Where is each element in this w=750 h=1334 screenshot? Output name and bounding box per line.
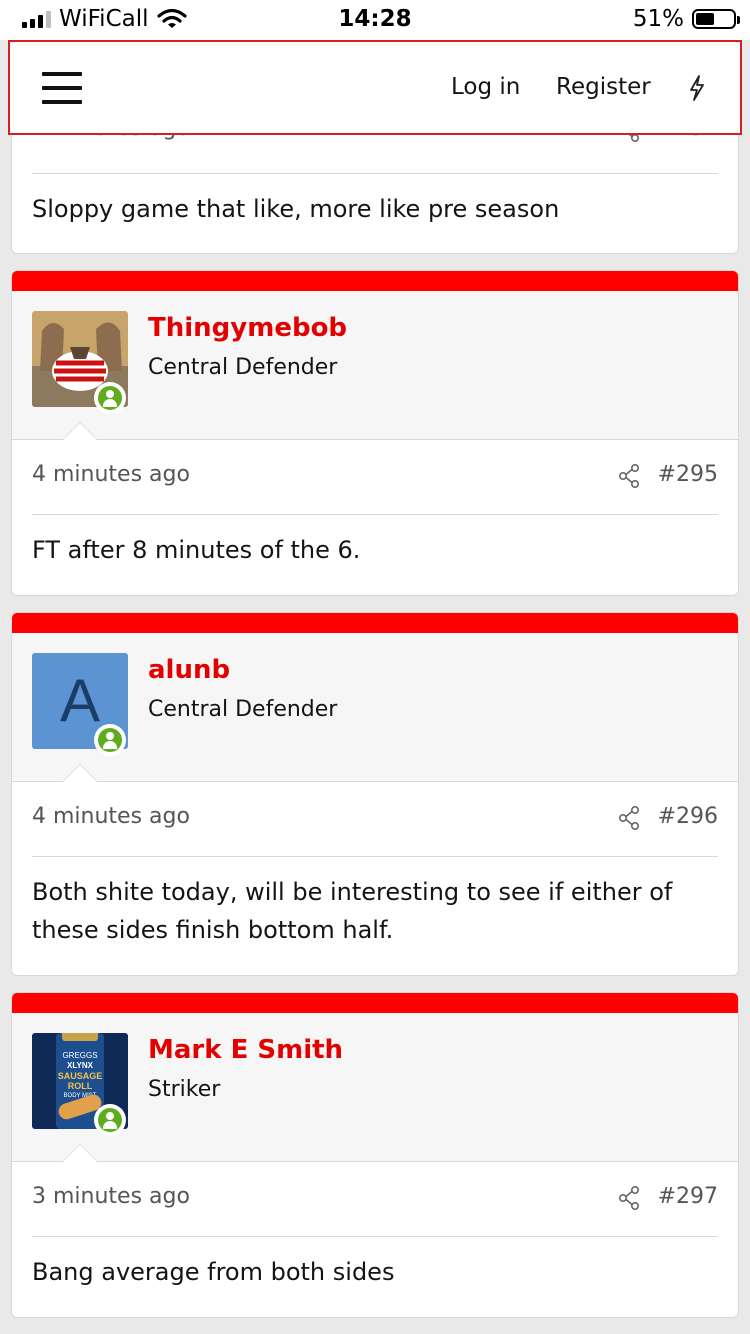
username-link[interactable]: Thingymebob <box>148 313 347 343</box>
post-card: GREGGS XLYNX SAUSAGE ROLL BODY MIST Mark… <box>11 992 739 1318</box>
post-meta: 4 minutes ago #296 <box>32 782 718 857</box>
post-message: Bang average from both sides <box>32 1258 395 1286</box>
post-accent-bar <box>12 271 738 291</box>
avatar-text: SAUSAGE <box>57 1071 103 1081</box>
register-link[interactable]: Register <box>556 74 651 100</box>
avatar-text: GREGGS <box>62 1051 98 1060</box>
battery-icon <box>692 9 740 29</box>
login-link[interactable]: Log in <box>451 74 520 100</box>
share-icon[interactable] <box>618 1186 640 1210</box>
message-arrow <box>62 1144 98 1162</box>
post-message: FT after 8 minutes of the 6. <box>32 536 361 564</box>
site-header: Log in Register <box>8 40 742 135</box>
post-number[interactable]: #296 <box>658 804 718 829</box>
message-arrow <box>62 422 98 440</box>
online-status-icon <box>94 724 126 756</box>
post-time[interactable]: 4 minutes ago <box>32 462 190 487</box>
menu-icon[interactable] <box>42 72 82 104</box>
post-user-area: A alunb Central Defender <box>12 633 738 782</box>
user-title: Central Defender <box>148 355 338 380</box>
username-link[interactable]: alunb <box>148 655 230 685</box>
user-title: Central Defender <box>148 697 338 722</box>
avatar-text: XLYNX <box>67 1061 93 1070</box>
message-arrow <box>62 764 98 782</box>
battery-percent: 51% <box>632 6 684 32</box>
post-meta: 3 minutes ago #297 <box>32 1162 718 1237</box>
post-message: Both shite today, will be interesting to… <box>32 878 673 944</box>
post-user-area: GREGGS XLYNX SAUSAGE ROLL BODY MIST Mark… <box>12 1013 738 1162</box>
user-title: Striker <box>148 1077 221 1102</box>
post-number[interactable]: #295 <box>658 462 718 487</box>
status-bar: WiFiCall 14:28 51% <box>0 0 750 40</box>
post-card: Thingymebob Central Defender 4 minutes a… <box>11 270 739 596</box>
online-status-icon <box>94 1104 126 1136</box>
post-meta: 4 minutes ago #295 <box>32 440 718 515</box>
online-status-icon <box>94 382 126 414</box>
username-link[interactable]: Mark E Smith <box>148 1035 343 1065</box>
post-accent-bar <box>12 613 738 633</box>
lightning-bolt-icon[interactable] <box>686 74 708 102</box>
post-accent-bar <box>12 993 738 1013</box>
post-time[interactable]: 4 minutes ago <box>32 804 190 829</box>
share-icon[interactable] <box>618 806 640 830</box>
post-user-area: Thingymebob Central Defender <box>12 291 738 440</box>
post-time[interactable]: 3 minutes ago <box>32 1184 190 1209</box>
status-right: 51% <box>632 6 740 32</box>
post-number[interactable]: #297 <box>658 1184 718 1209</box>
post-message: Sloppy game that like, more like pre sea… <box>32 195 560 223</box>
post-card: A alunb Central Defender 4 minutes ago #… <box>11 612 739 976</box>
share-icon[interactable] <box>618 464 640 488</box>
avatar-text: ROLL <box>67 1081 93 1091</box>
